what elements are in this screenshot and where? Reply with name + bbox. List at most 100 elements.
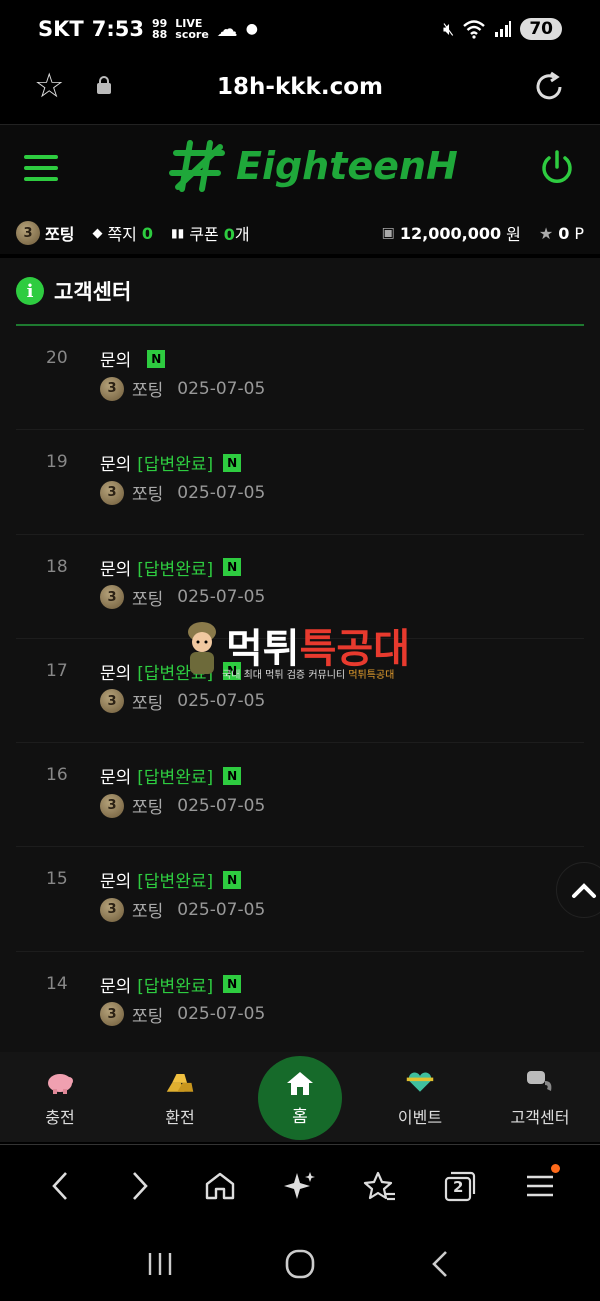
logo-text: EighteenH	[236, 144, 458, 188]
nav-exchange[interactable]: 환전	[125, 1068, 235, 1128]
post-author: 쪼팅	[132, 381, 164, 401]
new-badge: N	[223, 975, 242, 994]
post-meta: 3 쪼팅 025-07-05	[100, 793, 265, 818]
new-badge: N	[223, 558, 242, 577]
post-author: 쪼팅	[132, 798, 164, 819]
chevron-left-icon	[52, 1171, 67, 1200]
post-status: [답변완료]	[137, 455, 214, 476]
post-row[interactable]: 16 문의 [답변완료] N 3 쪼팅 025-07-05	[16, 743, 584, 848]
nav-support[interactable]: 고객센터	[485, 1068, 595, 1128]
post-title[interactable]: 문의 [답변완료] N	[100, 763, 242, 788]
points-balance[interactable]: ★ 0 P	[539, 224, 584, 243]
browser-url-bar: ☆ 18h-kkk.com	[0, 58, 600, 124]
nav-event[interactable]: 이벤트	[365, 1068, 475, 1128]
post-row[interactable]: 20 문의 N 3 쪼팅 025-07-05	[16, 326, 584, 431]
recent-apps-button[interactable]	[140, 1244, 180, 1284]
new-badge: N	[223, 453, 242, 472]
post-meta: 3 쪼팅 025-07-05	[100, 376, 265, 401]
chevron-right-icon	[133, 1171, 148, 1200]
notes-link[interactable]: ◆ 쪽지 0	[92, 221, 153, 245]
back-arrow-icon	[432, 1250, 447, 1277]
post-title-text: 문의	[100, 455, 132, 476]
back-button[interactable]	[36, 1162, 84, 1210]
carrier-label: SKT	[38, 17, 84, 41]
post-title[interactable]: 문의 [답변완료] N	[100, 972, 242, 997]
user-profile[interactable]: 3 쪼팅	[16, 221, 74, 245]
post-date: 025-07-05	[177, 1004, 266, 1025]
bookmarks-button[interactable]	[356, 1162, 404, 1210]
post-row[interactable]: 14 문의 [답변완료] N 3 쪼팅 025-07-05	[16, 952, 584, 1052]
menu-icon[interactable]	[24, 155, 58, 181]
nav-home-button[interactable]: 홈	[258, 1056, 342, 1140]
android-home-button[interactable]	[280, 1244, 320, 1284]
post-author: 쪼팅	[132, 589, 164, 610]
money-balance[interactable]: ▣ 12,000,000 원	[382, 221, 521, 245]
post-author: 쪼팅	[132, 1006, 164, 1027]
coupon-label: 쿠폰	[189, 225, 219, 244]
post-meta: 3 쪼팅 025-07-05	[100, 1002, 265, 1027]
score-icon: 99 88	[151, 17, 168, 41]
browser-menu-button[interactable]	[516, 1162, 564, 1210]
reload-icon[interactable]	[532, 70, 566, 104]
browser-home-button[interactable]	[196, 1162, 244, 1210]
wallet-icon: ▣	[381, 225, 395, 241]
forward-button[interactable]	[116, 1162, 164, 1210]
tabs-button[interactable]: 2	[436, 1162, 484, 1210]
battery-indicator: 70	[520, 18, 562, 40]
post-date: 025-07-05	[177, 378, 266, 399]
note-label: 쪽지	[107, 225, 137, 244]
post-title[interactable]: 문의 N	[100, 346, 166, 371]
piggy-bank-icon	[45, 1068, 75, 1096]
section-header: i 고객센터	[16, 276, 131, 306]
watermark: 먹튀특공대 국내 최대 먹튀 검증 커뮤니티 먹튀특공대	[184, 620, 410, 681]
ai-sparkle-button[interactable]	[276, 1162, 324, 1210]
watermark-sub-red: 먹튀특공대	[348, 670, 395, 681]
note-count: 0	[141, 223, 154, 243]
gift-heart-icon	[405, 1068, 435, 1096]
post-title-text: 문의	[100, 872, 132, 893]
user-info-bar: 3 쪼팅 ◆ 쪽지 0 ▮▮ 쿠폰 0개 ▣ 12,000,000 원 ★ 0 …	[0, 212, 600, 254]
coupon-unit: 개	[234, 225, 250, 244]
new-badge: N	[147, 349, 166, 368]
post-date: 025-07-05	[177, 795, 266, 816]
post-meta: 3 쪼팅 025-07-05	[100, 585, 265, 610]
post-title-text: 문의	[100, 663, 132, 684]
site-logo[interactable]: EighteenH	[168, 139, 458, 193]
post-number: 18	[46, 556, 68, 577]
post-status: [답변완료]	[137, 872, 214, 893]
android-back-button[interactable]	[420, 1244, 460, 1284]
post-author: 쪼팅	[132, 485, 164, 506]
post-number: 14	[46, 973, 68, 994]
nav-charge[interactable]: 충전	[5, 1068, 115, 1128]
star-icon: ★	[538, 223, 554, 243]
level-badge: 3	[100, 480, 124, 505]
browser-toolbar: 2	[0, 1144, 600, 1226]
post-date: 025-07-05	[177, 482, 266, 503]
post-title[interactable]: 문의 [답변완료] N	[100, 867, 242, 893]
dot-icon: ●	[245, 21, 259, 37]
watermark-title: 먹튀특공대	[226, 629, 410, 669]
post-date: 025-07-05	[177, 899, 266, 920]
coupons-link[interactable]: ▮▮ 쿠폰 0개	[171, 221, 250, 245]
post-author: 쪼팅	[132, 693, 164, 714]
home-pill-icon	[285, 1249, 315, 1278]
post-number: 17	[46, 660, 68, 681]
cloud-icon: ☁	[216, 17, 238, 41]
post-row[interactable]: 19 문의 [답변완료] N 3 쪼팅 025-07-05	[16, 430, 584, 535]
star-list-icon	[363, 1171, 395, 1200]
post-row[interactable]: 15 문의 [답변완료] N 3 쪼팅 025-07-05	[16, 847, 584, 952]
url-text[interactable]: 18h-kkk.com	[0, 74, 600, 100]
tabs-count: 2	[453, 1177, 464, 1196]
power-icon[interactable]	[538, 149, 576, 187]
nav-home-label: 홈	[292, 1106, 308, 1127]
post-list: 20 문의 N 3 쪼팅 025-07-05 19 문의 [답변완료] N 3 …	[16, 326, 584, 1052]
post-title-text: 문의	[100, 976, 132, 997]
status-bar: SKT 7:53 99 88 LIVE score ☁ ● 🔇︎ 70	[0, 0, 600, 58]
post-title[interactable]: 문의 [답변완료] N	[100, 450, 242, 476]
signal-icon	[495, 21, 512, 37]
post-number: 16	[46, 765, 68, 786]
post-meta: 3 쪼팅 025-07-05	[100, 689, 265, 714]
soldier-mascot-icon	[188, 622, 216, 674]
points-unit: P	[574, 223, 584, 243]
post-title[interactable]: 문의 [답변완료] N	[100, 555, 242, 580]
